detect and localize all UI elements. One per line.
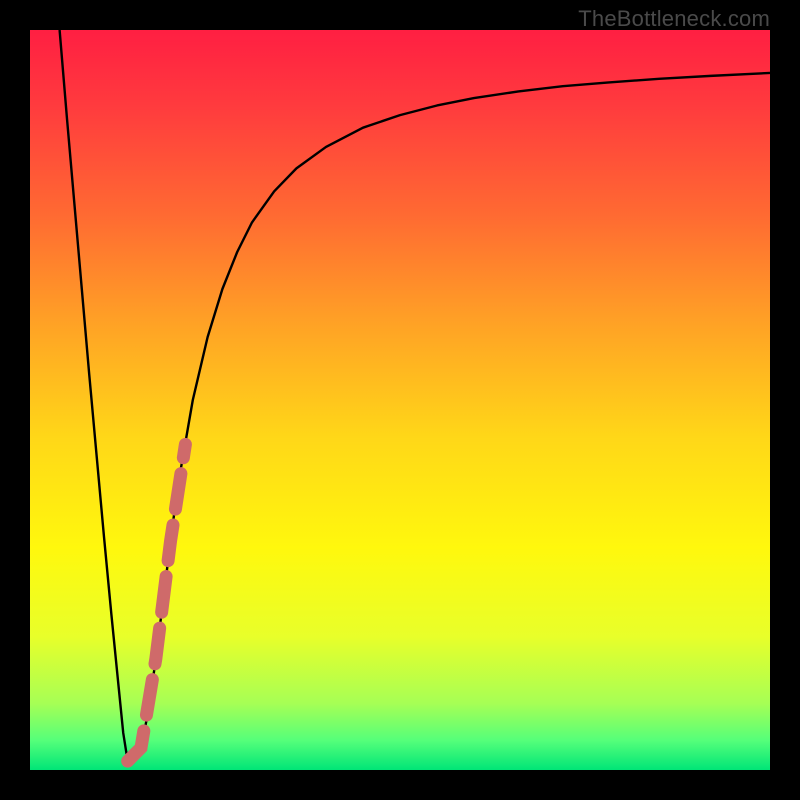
plot-area — [30, 30, 770, 770]
chart-svg — [30, 30, 770, 770]
chart-frame: TheBottleneck.com — [0, 0, 800, 800]
gradient-background — [30, 30, 770, 770]
watermark-text: TheBottleneck.com — [578, 6, 770, 32]
